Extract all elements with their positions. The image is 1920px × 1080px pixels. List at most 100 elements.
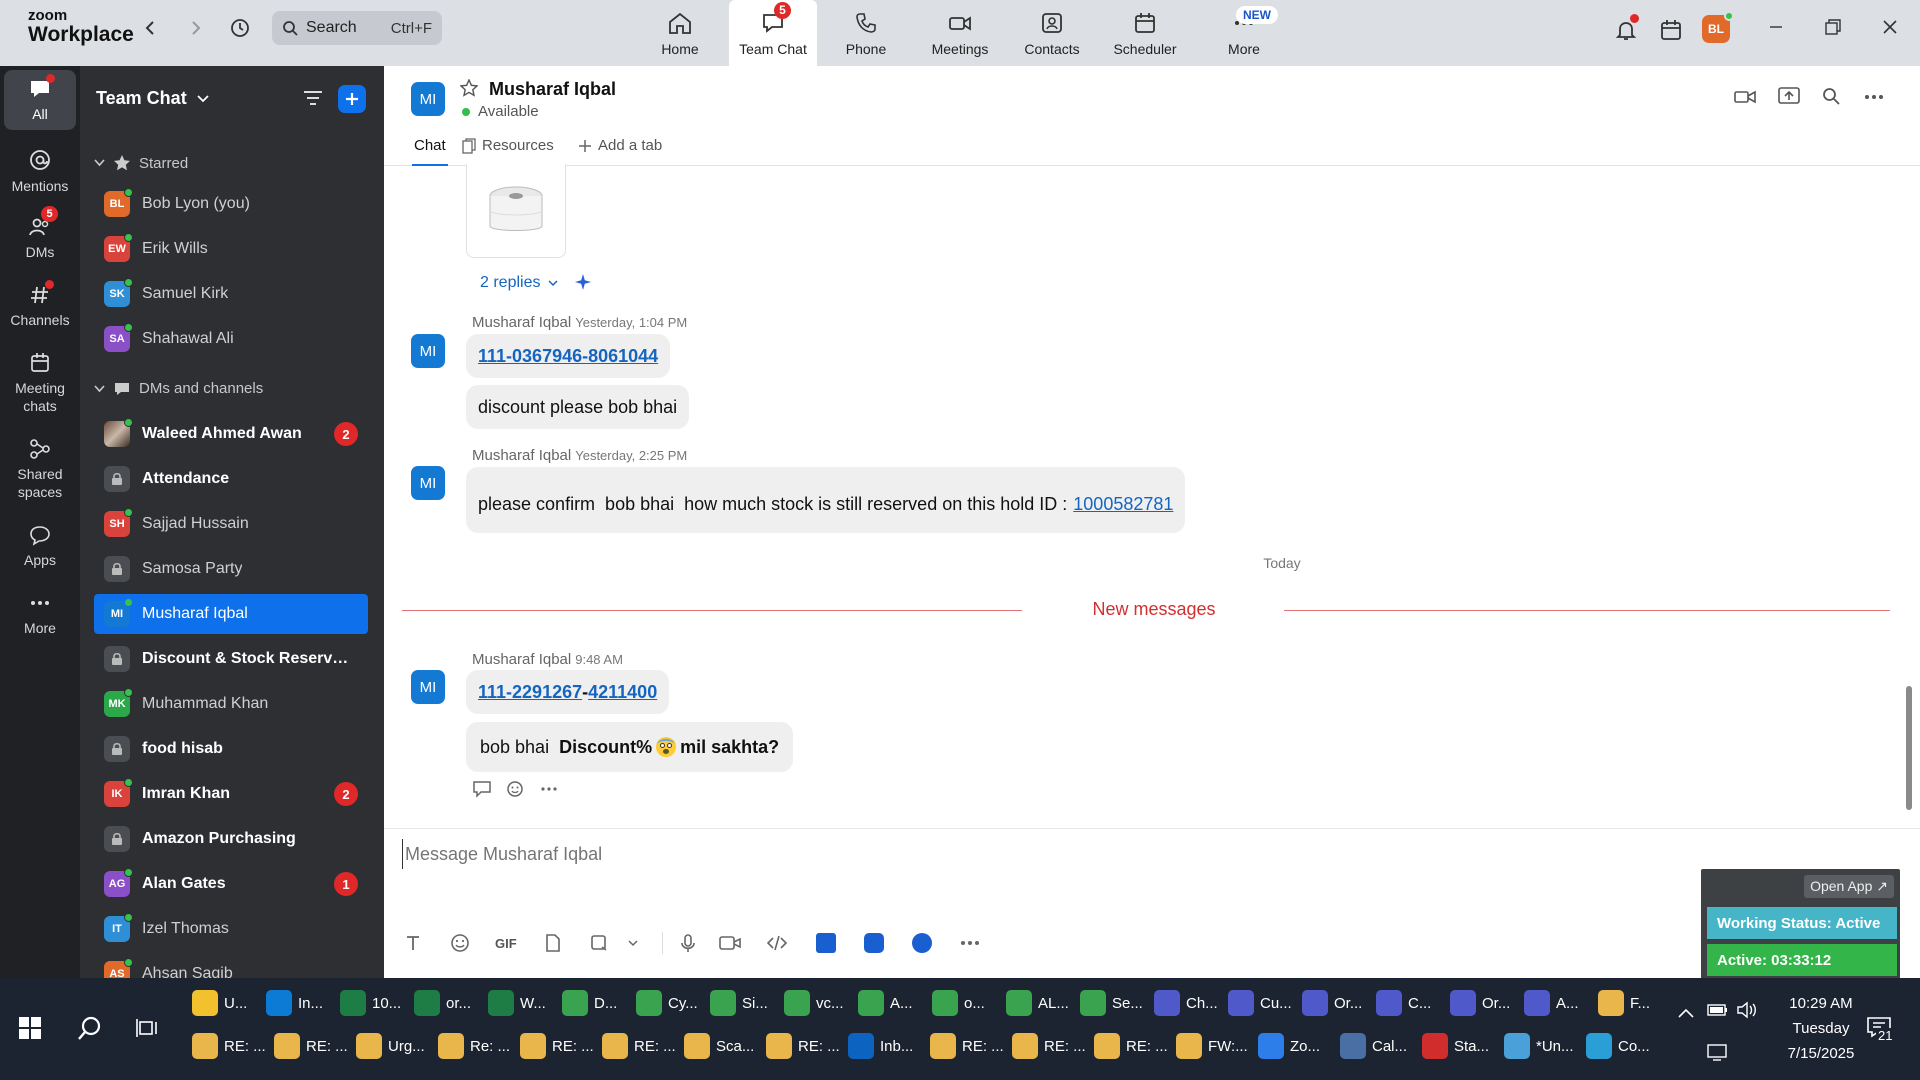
tray-chevron-icon[interactable] bbox=[1678, 1008, 1694, 1018]
taskbar-app[interactable]: RE: ... bbox=[520, 1027, 596, 1065]
emoji-icon[interactable] bbox=[450, 932, 470, 954]
history-icon[interactable] bbox=[229, 17, 251, 39]
message-bubble[interactable]: 111-2291267 - 4211400 bbox=[466, 670, 670, 714]
notification-center-icon[interactable]: 21 bbox=[1866, 1016, 1895, 1043]
taskbar-app[interactable]: U... bbox=[192, 984, 262, 1022]
rail-apps[interactable]: Apps bbox=[0, 524, 80, 570]
sidebar-title[interactable]: Team Chat bbox=[96, 88, 209, 109]
sidebar-item-sajjad-hussain[interactable]: SH Sajjad Hussain bbox=[94, 504, 368, 544]
restore-icon[interactable] bbox=[1822, 16, 1844, 38]
taskbar-app[interactable]: D... bbox=[562, 984, 632, 1022]
taskbar-search-icon[interactable] bbox=[76, 1014, 104, 1042]
open-app-button[interactable]: Open App ↗ bbox=[1804, 875, 1894, 898]
message-input[interactable] bbox=[402, 839, 1402, 869]
share-screen-icon[interactable] bbox=[1778, 86, 1800, 106]
sidebar-item-muhammad-khan[interactable]: MK Muhammad Khan bbox=[94, 684, 368, 724]
taskbar-app[interactable]: vc... bbox=[784, 984, 854, 1022]
sidebar-item-amazon-purchasing[interactable]: Amazon Purchasing bbox=[94, 819, 368, 859]
tab-chat[interactable]: Chat bbox=[412, 137, 448, 166]
sidebar-item-discount-stock-reserva[interactable]: Discount & Stock Reserva... bbox=[94, 639, 368, 679]
taskbar-app[interactable]: RE: ... bbox=[766, 1027, 842, 1065]
more-tools-icon[interactable] bbox=[960, 932, 980, 954]
sidebar-item-izel-thomas[interactable]: IT Izel Thomas bbox=[94, 909, 368, 949]
chevron-down-icon[interactable] bbox=[628, 932, 638, 954]
taskbar-app[interactable]: Cu... bbox=[1228, 984, 1298, 1022]
taskbar-app[interactable]: F... bbox=[1598, 984, 1668, 1022]
sidebar-item-attendance[interactable]: Attendance bbox=[94, 459, 368, 499]
filter-icon[interactable] bbox=[302, 88, 324, 108]
message-avatar[interactable]: MI bbox=[411, 670, 445, 704]
taskbar-app[interactable]: Cy... bbox=[636, 984, 706, 1022]
gif-icon[interactable]: GIF bbox=[494, 932, 518, 954]
ai-sparkle-icon[interactable] bbox=[574, 273, 592, 291]
emoji-reaction-icon[interactable] bbox=[506, 780, 526, 798]
taskbar-app[interactable]: Si... bbox=[710, 984, 780, 1022]
taskbar-app[interactable]: RE: ... bbox=[274, 1027, 350, 1065]
rail-channels[interactable]: Channels bbox=[0, 280, 80, 330]
volume-icon[interactable] bbox=[1736, 1000, 1758, 1020]
star-outline-icon[interactable] bbox=[460, 79, 478, 97]
taskbar-app[interactable]: A... bbox=[858, 984, 928, 1022]
rail-all[interactable]: All bbox=[4, 70, 76, 130]
message-bubble[interactable]: please confirm bob bhai how much stock i… bbox=[466, 467, 1186, 533]
taskbar-app[interactable]: Inb... bbox=[848, 1027, 924, 1065]
taskbar-app[interactable]: RE: ... bbox=[1012, 1027, 1088, 1065]
sidebar-item-shahawal-ali[interactable]: SA Shahawal Ali bbox=[94, 319, 368, 359]
taskbar-app[interactable]: 10... bbox=[340, 984, 410, 1022]
file-icon[interactable] bbox=[545, 932, 561, 954]
hold-id-link[interactable]: 1000582781 bbox=[1073, 494, 1173, 515]
network-icon[interactable] bbox=[1706, 1043, 1728, 1061]
app-icon-3[interactable] bbox=[912, 932, 932, 954]
calendar-badge-icon[interactable] bbox=[1659, 18, 1681, 40]
message-avatar[interactable]: MI bbox=[411, 334, 445, 368]
sidebar-item-waleed-ahmed-awan[interactable]: Waleed Ahmed Awan 2 bbox=[94, 414, 368, 454]
reply-icon[interactable] bbox=[472, 780, 492, 798]
tab-home[interactable]: Home bbox=[652, 0, 708, 66]
close-icon[interactable] bbox=[1879, 16, 1901, 38]
more-dots-icon[interactable] bbox=[540, 786, 558, 792]
new-chat-button[interactable] bbox=[338, 85, 366, 113]
tab-contacts[interactable]: Contacts bbox=[1022, 0, 1082, 66]
taskbar-app[interactable]: Or... bbox=[1450, 984, 1520, 1022]
taskbar-app[interactable]: RE: ... bbox=[930, 1027, 1006, 1065]
sidebar-item-food-hisab[interactable]: food hisab bbox=[94, 729, 368, 769]
video-call-icon[interactable] bbox=[1734, 88, 1756, 106]
minimize-icon[interactable] bbox=[1765, 16, 1787, 38]
microphone-icon[interactable] bbox=[680, 932, 696, 954]
sidebar-item-imran-khan[interactable]: IK Imran Khan 2 bbox=[94, 774, 368, 814]
taskbar-app[interactable]: RE: ... bbox=[192, 1027, 268, 1065]
back-arrow-icon[interactable] bbox=[140, 17, 162, 39]
code-snippet-icon[interactable] bbox=[766, 932, 788, 954]
add-tab-button[interactable]: Add a tab bbox=[578, 137, 662, 154]
bell-icon[interactable] bbox=[1614, 14, 1639, 40]
user-avatar[interactable]: BL bbox=[1702, 11, 1734, 43]
rail-more[interactable]: More bbox=[0, 592, 80, 638]
taskbar-app[interactable]: o... bbox=[932, 984, 1002, 1022]
sidebar-item-bob-lyon-you[interactable]: BL Bob Lyon (you) bbox=[94, 184, 368, 224]
forward-arrow-icon[interactable] bbox=[184, 17, 206, 39]
rail-shared-spaces[interactable]: Shared spaces bbox=[0, 438, 80, 501]
sidebar-item-musharaf-iqbal[interactable]: MI Musharaf Iqbal bbox=[94, 594, 368, 634]
contact-avatar[interactable]: MI bbox=[411, 82, 445, 116]
taskbar-app[interactable]: Co... bbox=[1586, 1027, 1662, 1065]
tab-meetings[interactable]: Meetings bbox=[925, 0, 995, 66]
taskbar-app[interactable]: W... bbox=[488, 984, 558, 1022]
more-options-icon[interactable] bbox=[1864, 94, 1884, 100]
app-icon-1[interactable] bbox=[816, 932, 836, 954]
phone-link[interactable]: 111-2291267 bbox=[478, 682, 582, 703]
sidebar-item-samuel-kirk[interactable]: SK Samuel Kirk bbox=[94, 274, 368, 314]
taskbar-app[interactable]: C... bbox=[1376, 984, 1446, 1022]
rail-meeting-chats[interactable]: Meeting chats bbox=[0, 352, 80, 415]
taskbar-app[interactable]: or... bbox=[414, 984, 484, 1022]
starred-section-header[interactable]: Starred bbox=[94, 154, 188, 172]
screenshot-icon[interactable] bbox=[589, 932, 609, 954]
tab-scheduler[interactable]: Scheduler bbox=[1110, 0, 1180, 66]
taskbar-app[interactable]: A... bbox=[1524, 984, 1594, 1022]
windows-start-icon[interactable] bbox=[18, 1016, 42, 1040]
message-bubble[interactable]: discount please bob bhai bbox=[466, 385, 690, 429]
taskbar-app[interactable]: Se... bbox=[1080, 984, 1150, 1022]
taskbar-app[interactable]: Or... bbox=[1302, 984, 1372, 1022]
text-format-icon[interactable] bbox=[404, 932, 422, 954]
taskbar-app[interactable]: Zo... bbox=[1258, 1027, 1334, 1065]
attachment-thumbnail[interactable] bbox=[466, 164, 566, 258]
